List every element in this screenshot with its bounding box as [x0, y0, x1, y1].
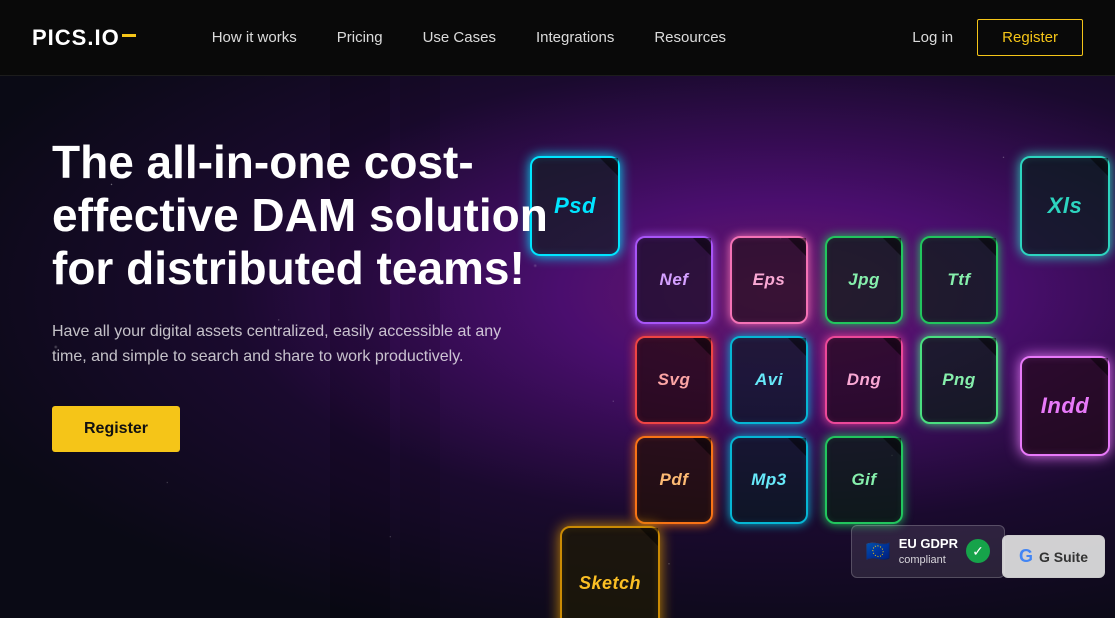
file-icon-gif: Gif [825, 436, 903, 524]
file-icon-xls: Xls [1020, 156, 1110, 256]
login-link[interactable]: Log in [912, 29, 953, 46]
nav-link-use-cases[interactable]: Use Cases [407, 21, 512, 54]
gdpr-title: EU GDPR [899, 536, 958, 553]
nav-link-pricing[interactable]: Pricing [321, 21, 399, 54]
hero-title: The all-in-one cost-effective DAM soluti… [52, 136, 582, 295]
logo-text: PICS.IO [32, 25, 136, 51]
gdpr-subtitle: compliant [899, 553, 958, 567]
gsuite-badge: G G Suite [1002, 535, 1105, 578]
file-icon-indd: Indd [1020, 356, 1110, 456]
gdpr-text: EU GDPR compliant [899, 536, 958, 567]
file-icon-svg: Svg [635, 336, 713, 424]
hero-subtitle: Have all your digital assets centralized… [52, 319, 512, 370]
hero-content: The all-in-one cost-effective DAM soluti… [52, 136, 582, 452]
file-icon-mp3: Mp3 [730, 436, 808, 524]
file-icon-nef: Nef [635, 236, 713, 324]
gdpr-check-icon: ✓ [966, 539, 990, 563]
file-icon-avi: Avi [730, 336, 808, 424]
file-icon-eps: Eps [730, 236, 808, 324]
hero-register-button[interactable]: Register [52, 406, 180, 452]
nav-link-resources[interactable]: Resources [638, 21, 742, 54]
file-icon-pdf: Pdf [635, 436, 713, 524]
file-icon-sketch: Sketch [560, 526, 660, 618]
gdpr-badge: 🇪🇺 EU GDPR compliant ✓ [851, 525, 1005, 578]
file-icon-jpg: Jpg [825, 236, 903, 324]
nav-link-how-it-works[interactable]: How it works [196, 21, 313, 54]
nav-link-integrations[interactable]: Integrations [520, 21, 630, 54]
hero-section: Psd Xls Nef Eps Jpg Ttf Svg Avi Dng Png … [0, 76, 1115, 618]
gsuite-g-icon: G [1019, 546, 1033, 567]
nav-register-button[interactable]: Register [977, 19, 1083, 56]
gsuite-label: G Suite [1039, 549, 1088, 565]
navbar: PICS.IO How it works Pricing Use Cases I… [0, 0, 1115, 76]
nav-links: How it works Pricing Use Cases Integrati… [196, 21, 913, 54]
file-icon-ttf: Ttf [920, 236, 998, 324]
logo[interactable]: PICS.IO [32, 25, 136, 51]
eu-flag-icon: 🇪🇺 [866, 539, 891, 564]
file-icon-png: Png [920, 336, 998, 424]
nav-right: Log in Register [912, 19, 1083, 56]
file-icon-dng: Dng [825, 336, 903, 424]
